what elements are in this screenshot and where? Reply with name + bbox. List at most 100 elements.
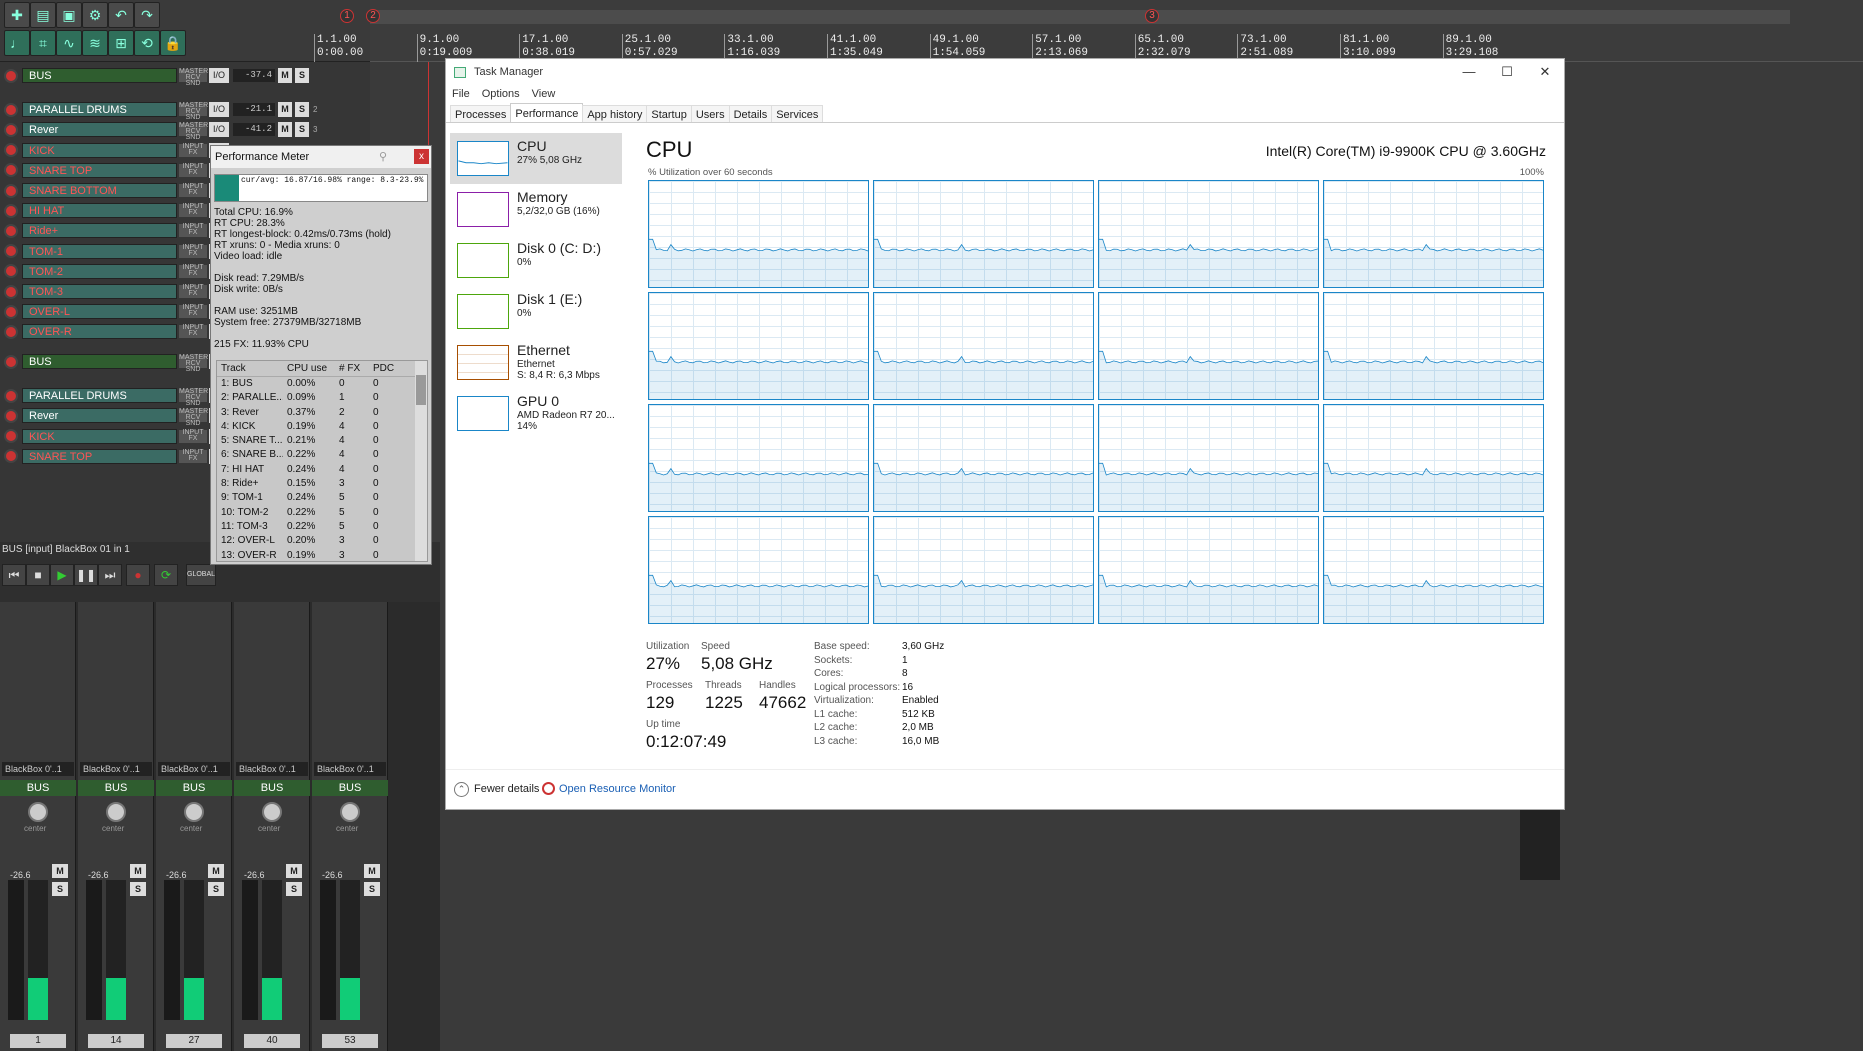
tab-performance[interactable]: Performance (510, 103, 584, 122)
track-name[interactable]: SNARE TOP (22, 162, 177, 178)
open-icon[interactable]: ▤ (30, 2, 56, 28)
plugin-selector[interactable]: BlackBox 0'..1 (80, 762, 152, 776)
plugin-selector[interactable]: BlackBox 0'..1 (158, 762, 230, 776)
mute-button[interactable]: M (364, 864, 380, 878)
minimize-button[interactable]: — (1450, 59, 1488, 85)
marker-2[interactable]: 2 (366, 9, 380, 23)
table-row[interactable]: 1: BUS 0.00% 0 0 (217, 377, 427, 391)
track-name[interactable]: KICK (22, 142, 177, 158)
tab-processes[interactable]: Processes (450, 105, 512, 122)
resource-memory[interactable]: Memory 5,2/32,0 GB (16%) (450, 184, 622, 235)
menu-file[interactable]: File (452, 85, 470, 103)
strip-name[interactable]: BUS (234, 780, 310, 796)
pan-knob[interactable] (340, 802, 360, 822)
record-arm-icon[interactable] (4, 122, 18, 137)
resource-disk[interactable]: Disk 0 (C: D:) 0% (450, 235, 622, 286)
logical-processor-graph[interactable] (1098, 516, 1319, 624)
strip-name[interactable]: BUS (312, 780, 388, 796)
track-row[interactable]: Rever MASTER RCV SND I/O -41.2 M S 3 (0, 120, 370, 141)
record-arm-icon[interactable] (4, 244, 18, 259)
logical-processor-graph[interactable] (1098, 292, 1319, 400)
column-header[interactable]: Track (217, 361, 283, 376)
column-header[interactable]: CPU use (283, 361, 335, 376)
resource-monitor-icon[interactable] (542, 782, 555, 795)
maximize-button[interactable]: ☐ (1488, 59, 1526, 85)
menu-view[interactable]: View (532, 85, 556, 103)
marker-bar[interactable] (370, 10, 1790, 24)
snap-icon[interactable]: ⊞ (108, 30, 134, 56)
mute-button[interactable]: M (208, 864, 224, 878)
resource-ethernet[interactable]: Ethernet Ethernet S: 8,4 R: 6,3 Mbps (450, 337, 622, 388)
track-name[interactable]: PARALLEL DRUMS (22, 388, 177, 404)
track-name[interactable]: HI HAT (22, 203, 177, 219)
settings-icon[interactable]: ⚙ (82, 2, 108, 28)
volume-fader[interactable] (86, 880, 102, 1020)
stop-button[interactable]: ■ (26, 564, 50, 586)
tab-services[interactable]: Services (771, 105, 824, 122)
timeline-ruler[interactable]: 1 2 3 1.1.00 0:00.00 9.1.00 0:19.009 17.1.00 0:3… (314, 0, 1863, 62)
marker-3[interactable]: 3 (1145, 9, 1159, 23)
chevron-up-icon[interactable]: ⌃ (454, 782, 469, 797)
logical-processor-graph[interactable] (1098, 404, 1319, 512)
pin-icon[interactable]: ⚲ (379, 146, 387, 168)
marker-1[interactable]: 1 (340, 9, 354, 23)
record-arm-icon[interactable] (4, 143, 18, 158)
pan-knob[interactable] (28, 802, 48, 822)
track-row[interactable]: PARALLEL DRUMS MASTER RCV SND I/O -21.1 M S 2 (0, 100, 370, 121)
new-icon[interactable]: ✚ (4, 2, 30, 28)
record-arm-icon[interactable] (4, 354, 18, 369)
volume-readout[interactable]: -21.1 (233, 103, 275, 117)
record-arm-icon[interactable] (4, 284, 18, 299)
table-row[interactable]: 13: OVER-R 0.19% 3 0 (217, 549, 427, 563)
tab-app-history[interactable]: App history (582, 105, 648, 122)
menu-options[interactable]: Options (482, 85, 520, 103)
track-name[interactable]: BUS (22, 354, 177, 369)
solo-button[interactable]: S (130, 882, 146, 896)
track-name[interactable]: SNARE TOP (22, 448, 177, 464)
tab-startup[interactable]: Startup (646, 105, 692, 122)
track-name[interactable]: KICK (22, 428, 177, 444)
mute-button[interactable]: M (278, 68, 292, 83)
solo-button[interactable]: S (295, 102, 309, 118)
metronome-icon[interactable]: ♩ (4, 30, 30, 56)
record-arm-icon[interactable] (4, 223, 18, 238)
plugin-selector[interactable]: BlackBox 0'..1 (314, 762, 386, 776)
undo-icon[interactable]: ↶ (108, 2, 134, 28)
track-name[interactable]: PARALLEL DRUMS (22, 102, 177, 118)
logical-processor-graph[interactable] (648, 516, 869, 624)
mute-button[interactable]: M (278, 102, 292, 118)
resource-gpu[interactable]: GPU 0 AMD Radeon R7 20... 14% (450, 388, 622, 439)
logical-processor-graph[interactable] (648, 292, 869, 400)
open-resource-monitor-link[interactable]: Open Resource Monitor (559, 783, 676, 795)
repeat-button[interactable]: ⟳ (154, 564, 178, 586)
table-row[interactable]: 7: HI HAT 0.24% 4 0 (217, 463, 427, 477)
table-row[interactable]: 4: KICK 0.19% 4 0 (217, 420, 427, 434)
task-manager-titlebar[interactable]: Task Manager — ☐ ✕ (446, 59, 1564, 85)
track-name[interactable]: Rever (22, 122, 177, 138)
table-row[interactable]: 5: SNARE T... 0.21% 4 0 (217, 434, 427, 448)
logical-processor-graph[interactable] (873, 516, 1094, 624)
table-row[interactable]: 8: Ride+ 0.15% 3 0 (217, 477, 427, 491)
mute-button[interactable]: M (52, 864, 68, 878)
column-header[interactable]: PDC (369, 361, 413, 376)
record-arm-icon[interactable] (4, 408, 18, 423)
resource-cpu[interactable]: CPU 27% 5,08 GHz (450, 133, 622, 184)
record-arm-icon[interactable] (4, 68, 18, 83)
play-button[interactable]: ▶ (50, 564, 74, 586)
plugin-selector[interactable]: BlackBox 0'..1 (236, 762, 308, 776)
io-button[interactable]: I/O (209, 68, 229, 83)
volume-readout[interactable]: -37.4 (233, 69, 275, 82)
resource-disk-1[interactable]: Disk 1 (E:) 0% (450, 286, 622, 337)
table-row[interactable]: 2: PARALLE... 0.09% 1 0 (217, 391, 427, 405)
logical-processor-graph[interactable] (648, 404, 869, 512)
go-end-button[interactable]: ⏭ (98, 564, 122, 586)
logical-processor-graph[interactable] (873, 404, 1094, 512)
track-name[interactable]: OVER-L (22, 304, 177, 320)
logical-processor-graphs[interactable] (648, 180, 1544, 624)
performance-meter-titlebar[interactable]: Performance Meter ⚲ x (211, 146, 431, 168)
record-arm-icon[interactable] (4, 183, 18, 198)
table-row[interactable]: 6: SNARE B... 0.22% 4 0 (217, 448, 427, 462)
track-name[interactable]: Ride+ (22, 223, 177, 239)
record-button[interactable]: ● (126, 564, 150, 586)
envelope-icon[interactable]: ∿ (56, 30, 82, 56)
